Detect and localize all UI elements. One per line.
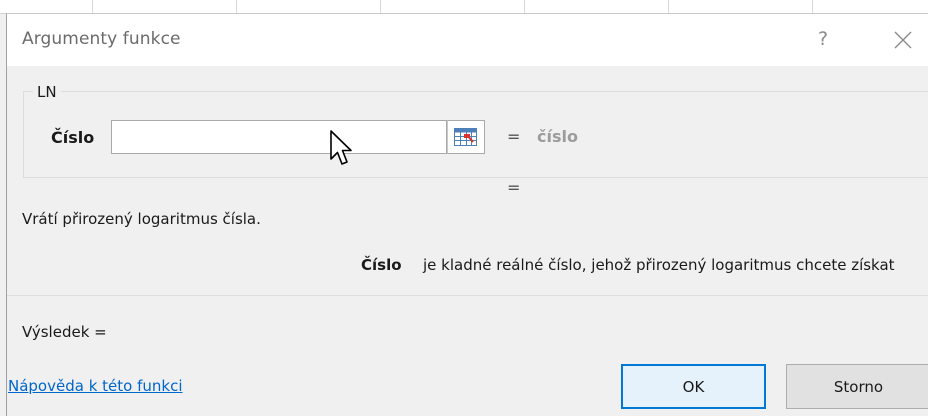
dialog-title: Argumenty funkce: [22, 29, 181, 49]
spreadsheet-background: [0, 0, 928, 14]
grid-line: [812, 0, 813, 13]
screen: Argumenty funkce ? LN Číslo = číslo = Vr…: [0, 0, 928, 416]
function-description: Vrátí přirozený logaritmus čísla.: [22, 210, 261, 228]
grid-line: [668, 0, 669, 13]
mouse-cursor-icon: [330, 130, 352, 165]
argument-help-text: je kladné reálné číslo, jehož přirozený …: [423, 256, 895, 274]
title-bar[interactable]: Argumenty funkce ?: [7, 14, 928, 66]
grid-line: [236, 0, 237, 13]
argument-label-cislo: Číslo: [51, 128, 95, 147]
grid-line: [380, 0, 381, 13]
argument-help-name: Číslo: [361, 256, 402, 274]
grid-line: [524, 0, 525, 13]
close-icon: [894, 31, 912, 49]
cancel-button[interactable]: Storno: [786, 364, 928, 409]
help-button[interactable]: ?: [811, 26, 835, 52]
close-button[interactable]: [891, 28, 915, 52]
function-result-equals: =: [507, 178, 521, 197]
collapse-dialog-button[interactable]: [447, 120, 485, 154]
function-arguments-dialog: Argumenty funkce ? LN Číslo = číslo = Vr…: [6, 13, 928, 416]
range-select-icon: [454, 128, 477, 146]
function-name: LN: [33, 83, 61, 101]
argument-evaluated-value: číslo: [537, 127, 578, 146]
result-label: Výsledek =: [22, 323, 107, 341]
argument-equals-sign: =: [507, 127, 521, 146]
divider: [7, 295, 928, 296]
grid-line: [92, 0, 93, 13]
help-on-function-link[interactable]: Nápověda k této funkci: [8, 377, 183, 395]
argument-input-cislo[interactable]: [111, 120, 447, 154]
ok-button[interactable]: OK: [621, 364, 766, 409]
